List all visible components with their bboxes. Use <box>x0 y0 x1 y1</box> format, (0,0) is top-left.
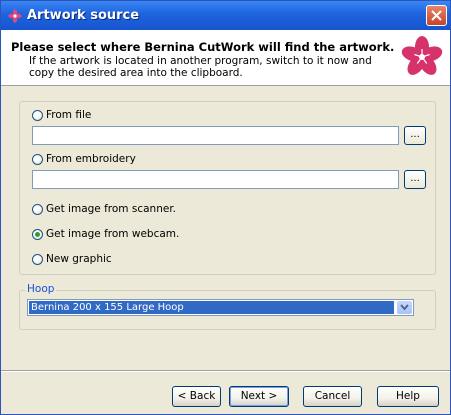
radio-button[interactable] <box>32 253 43 265</box>
embroidery-path-input[interactable] <box>32 170 399 189</box>
title-bar[interactable]: Artwork source <box>1 1 450 30</box>
close-button[interactable] <box>426 5 447 26</box>
radio-from-embroidery[interactable]: From embroidery <box>32 153 136 165</box>
radio-webcam[interactable]: Get image from webcam. <box>32 228 179 240</box>
hoop-selected-value: Bernina 200 x 155 Large Hoop <box>29 301 394 314</box>
flower-icon <box>8 9 22 23</box>
hoop-group-label: Hoop <box>25 283 57 295</box>
radio-label: Get image from webcam. <box>46 228 180 240</box>
help-button[interactable]: Help <box>377 386 439 407</box>
radio-button[interactable] <box>32 203 43 215</box>
radio-button-checked[interactable] <box>32 228 43 240</box>
radio-label: From embroidery <box>46 153 136 165</box>
flower-logo-icon <box>401 36 443 75</box>
close-icon <box>431 10 442 21</box>
browse-file-button[interactable]: ... <box>404 126 426 145</box>
radio-label: Get image from scanner. <box>46 203 177 215</box>
header-description: If the artwork is located in another pro… <box>29 55 372 79</box>
cancel-button[interactable]: Cancel <box>303 386 362 407</box>
file-path-input[interactable] <box>32 126 399 145</box>
radio-button[interactable] <box>32 153 43 165</box>
next-button[interactable]: Next > <box>229 386 289 407</box>
radio-new-graphic[interactable]: New graphic <box>32 253 112 265</box>
header-title: Please select where Bernina CutWork will… <box>11 40 395 54</box>
radio-from-file[interactable]: From file <box>32 109 91 121</box>
radio-label: New graphic <box>46 253 112 265</box>
hoop-select[interactable]: Bernina 200 x 155 Large Hoop <box>27 299 414 316</box>
radio-button[interactable] <box>32 109 43 121</box>
dialog-header: Please select where Bernina CutWork will… <box>1 30 450 86</box>
artwork-source-dialog: Artwork source Please select where Berni… <box>0 0 451 415</box>
window-title: Artwork source <box>27 8 140 23</box>
browse-embroidery-button[interactable]: ... <box>404 170 426 189</box>
dropdown-button[interactable] <box>397 301 412 314</box>
radio-scanner[interactable]: Get image from scanner. <box>32 203 176 215</box>
radio-label: From file <box>46 109 92 121</box>
footer-separator <box>1 370 450 372</box>
back-button[interactable]: < Back <box>172 386 221 407</box>
chevron-down-icon <box>400 304 409 311</box>
